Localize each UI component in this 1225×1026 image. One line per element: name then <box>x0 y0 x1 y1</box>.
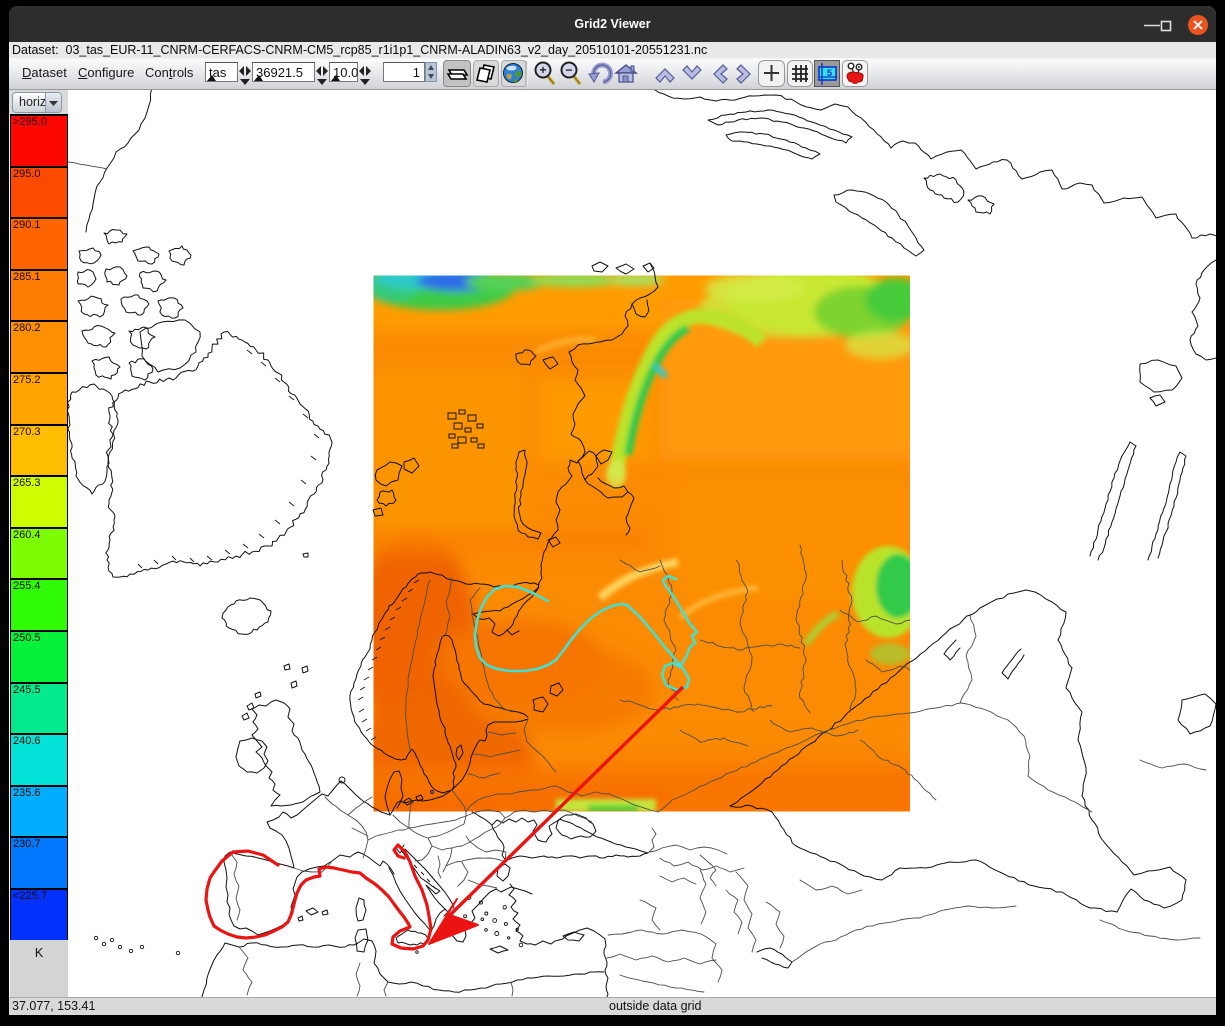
svg-text:−: − <box>565 63 572 77</box>
svg-text:5: 5 <box>827 68 832 78</box>
svg-text:+: + <box>539 63 546 77</box>
